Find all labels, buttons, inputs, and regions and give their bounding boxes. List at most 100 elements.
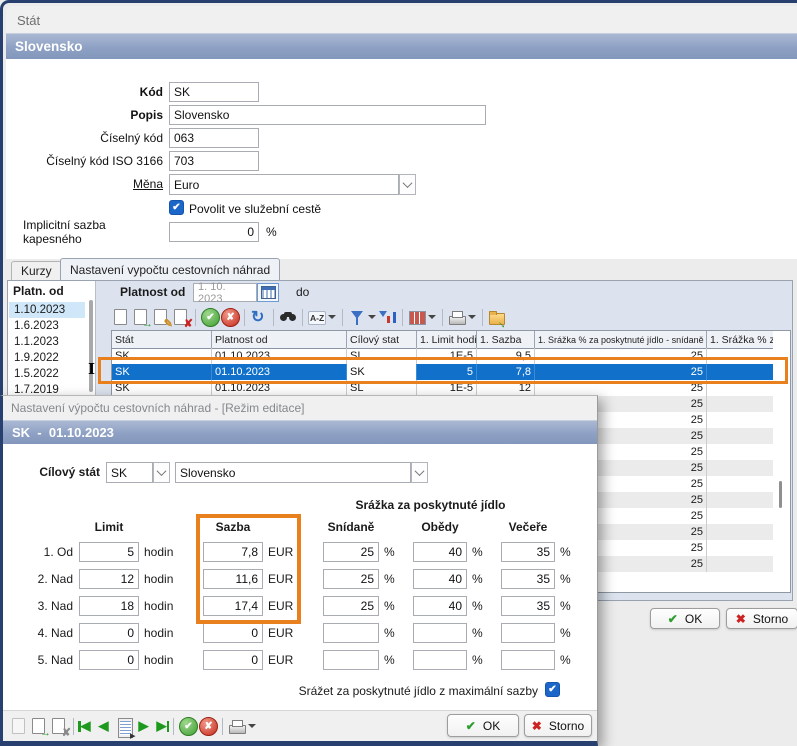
column-header[interactable]: 1. Sazba <box>477 331 535 348</box>
cancel-button[interactable]: ✘ <box>198 716 218 736</box>
limit-field[interactable]: 5 <box>79 542 139 562</box>
delete-document-button[interactable]: ✘ <box>49 716 69 736</box>
main-window-title: Stát <box>17 13 40 28</box>
export-button[interactable] <box>487 307 507 327</box>
eur-label: EUR <box>268 650 303 670</box>
delete-document-button[interactable]: ✘ <box>171 307 191 327</box>
dialog-storno-button[interactable]: ✖ Storno <box>524 714 592 737</box>
grid-scrollbar-thumb[interactable] <box>779 481 782 508</box>
filter-chart-button[interactable] <box>378 307 398 327</box>
search-button[interactable] <box>278 307 298 327</box>
mena-select[interactable]: Euro <box>169 174 399 195</box>
limit-field[interactable]: 12 <box>79 569 139 589</box>
tab-nastaveni-nahrad[interactable]: Nastavení vypočtu cestovních náhrad <box>60 258 280 280</box>
filter-button[interactable] <box>347 307 367 327</box>
obedy-field[interactable] <box>413 623 467 643</box>
print-button[interactable] <box>447 307 467 327</box>
new-document-button[interactable] <box>111 307 131 327</box>
sort-button[interactable] <box>307 307 327 327</box>
vecere-field[interactable]: 35 <box>501 542 555 562</box>
columns-button[interactable] <box>407 307 427 327</box>
ciselny-kod-field[interactable]: 063 <box>169 128 259 148</box>
iso-kod-field[interactable]: 703 <box>169 151 259 171</box>
snidane-field[interactable]: 25 <box>323 596 379 616</box>
obedy-field[interactable]: 40 <box>413 542 467 562</box>
mena-label[interactable]: Měna <box>23 174 163 194</box>
limit-field[interactable]: 0 <box>79 623 139 643</box>
column-header[interactable]: Platnost od <box>212 331 347 348</box>
obedy-field[interactable]: 40 <box>413 596 467 616</box>
screen: Stát Slovensko Kód SK Popis Slovensko Čí… <box>0 0 797 746</box>
cancel-icon: ✘ <box>199 717 218 736</box>
tab-kurzy[interactable]: Kurzy <box>11 261 62 280</box>
column-header[interactable]: Cílový stat <box>347 331 417 348</box>
sazba-highlight-box <box>196 514 301 624</box>
povolit-checkbox[interactable] <box>169 200 184 215</box>
columns-dropdown-arrow[interactable] <box>428 315 436 319</box>
snidane-field[interactable] <box>323 623 379 643</box>
refresh-button[interactable]: ↻ <box>249 307 269 327</box>
popis-field[interactable]: Slovensko <box>169 105 486 125</box>
edit-document-button[interactable]: ✎ <box>151 307 171 327</box>
cilovy-stat-name-select[interactable]: Slovensko <box>175 462 411 483</box>
obedy-field[interactable]: 40 <box>413 569 467 589</box>
print-dropdown-arrow[interactable] <box>468 315 476 319</box>
print-button[interactable] <box>227 716 247 736</box>
storno-button[interactable]: ✖ Storno <box>726 608 797 629</box>
do-label: do <box>296 285 309 299</box>
snidane-field[interactable]: 25 <box>323 542 379 562</box>
vecere-field[interactable] <box>501 650 555 670</box>
sazba-field[interactable]: 0 <box>203 623 263 643</box>
nav-prev-button[interactable]: ◀ <box>99 716 109 736</box>
toolbar-separator <box>222 718 223 735</box>
nav-next-button[interactable]: ▶ <box>139 716 149 736</box>
srazet-checkbox[interactable] <box>545 682 560 697</box>
validity-item[interactable]: 1.6.2023 <box>9 318 85 334</box>
ciselny-kod-label: Číselný kód <box>23 128 163 148</box>
print-dropdown-arrow[interactable] <box>248 724 256 728</box>
dialog-ok-button[interactable]: ✔ OK <box>447 714 519 737</box>
obedy-field[interactable] <box>413 650 467 670</box>
kod-field[interactable]: SK <box>169 82 259 102</box>
ok-button[interactable]: ✔ OK <box>650 608 720 629</box>
column-header[interactable]: 1. Srážka % za poskytnuté jídlo - snídan… <box>535 331 707 348</box>
percent-label: % <box>384 542 402 562</box>
sazba-field[interactable]: 0 <box>203 650 263 670</box>
validity-item[interactable]: 1.9.2022 <box>9 350 85 366</box>
limit-field[interactable]: 18 <box>79 596 139 616</box>
validity-item[interactable]: 1.10.2023 <box>9 302 85 318</box>
kapesne-field[interactable]: 0 <box>169 222 259 242</box>
sort-dropdown-arrow[interactable] <box>328 315 336 319</box>
column-header[interactable]: Stát <box>112 331 212 348</box>
column-header[interactable]: 1. Srážka % za pos <box>707 331 773 348</box>
dialog-header-bar: SK - 01.10.2023 <box>3 420 597 444</box>
confirm-button[interactable]: ✔ <box>200 307 220 327</box>
nav-first-button[interactable]: ◀ <box>78 716 91 736</box>
platnost-od-date-field[interactable]: 1. 10. 2023 <box>193 283 257 302</box>
vecere-field[interactable]: 35 <box>501 569 555 589</box>
cilovy-stat-code-select[interactable]: SK <box>106 462 153 483</box>
filter-dropdown-arrow[interactable] <box>368 315 376 319</box>
cancel-button[interactable]: ✘ <box>220 307 240 327</box>
percent-label: % <box>472 596 490 616</box>
snidane-field[interactable] <box>323 650 379 670</box>
record-list-button[interactable] <box>115 716 135 736</box>
column-header[interactable]: 1. Limit hodin <box>417 331 477 348</box>
confirm-button[interactable]: ✔ <box>178 716 198 736</box>
vecere-field[interactable] <box>501 623 555 643</box>
limit-field[interactable]: 0 <box>79 650 139 670</box>
copy-document-button[interactable]: → <box>29 716 49 736</box>
copy-document-button[interactable]: → <box>131 307 151 327</box>
cilovy-stat-code-dropdown[interactable] <box>153 462 170 483</box>
mena-dropdown-button[interactable] <box>399 174 416 195</box>
vecere-field[interactable]: 35 <box>501 596 555 616</box>
calendar-button[interactable] <box>257 283 279 302</box>
nav-last-button[interactable]: ▶ <box>157 716 170 736</box>
validity-scrollbar[interactable] <box>89 300 93 392</box>
validity-item[interactable]: 1.5.2022 <box>9 366 85 382</box>
toolbar-separator <box>273 309 274 326</box>
snidane-field[interactable]: 25 <box>323 569 379 589</box>
validity-item[interactable]: 1.1.2023 <box>9 334 85 350</box>
cilovy-stat-name-dropdown[interactable] <box>411 462 428 483</box>
new-document-button[interactable] <box>9 716 29 736</box>
